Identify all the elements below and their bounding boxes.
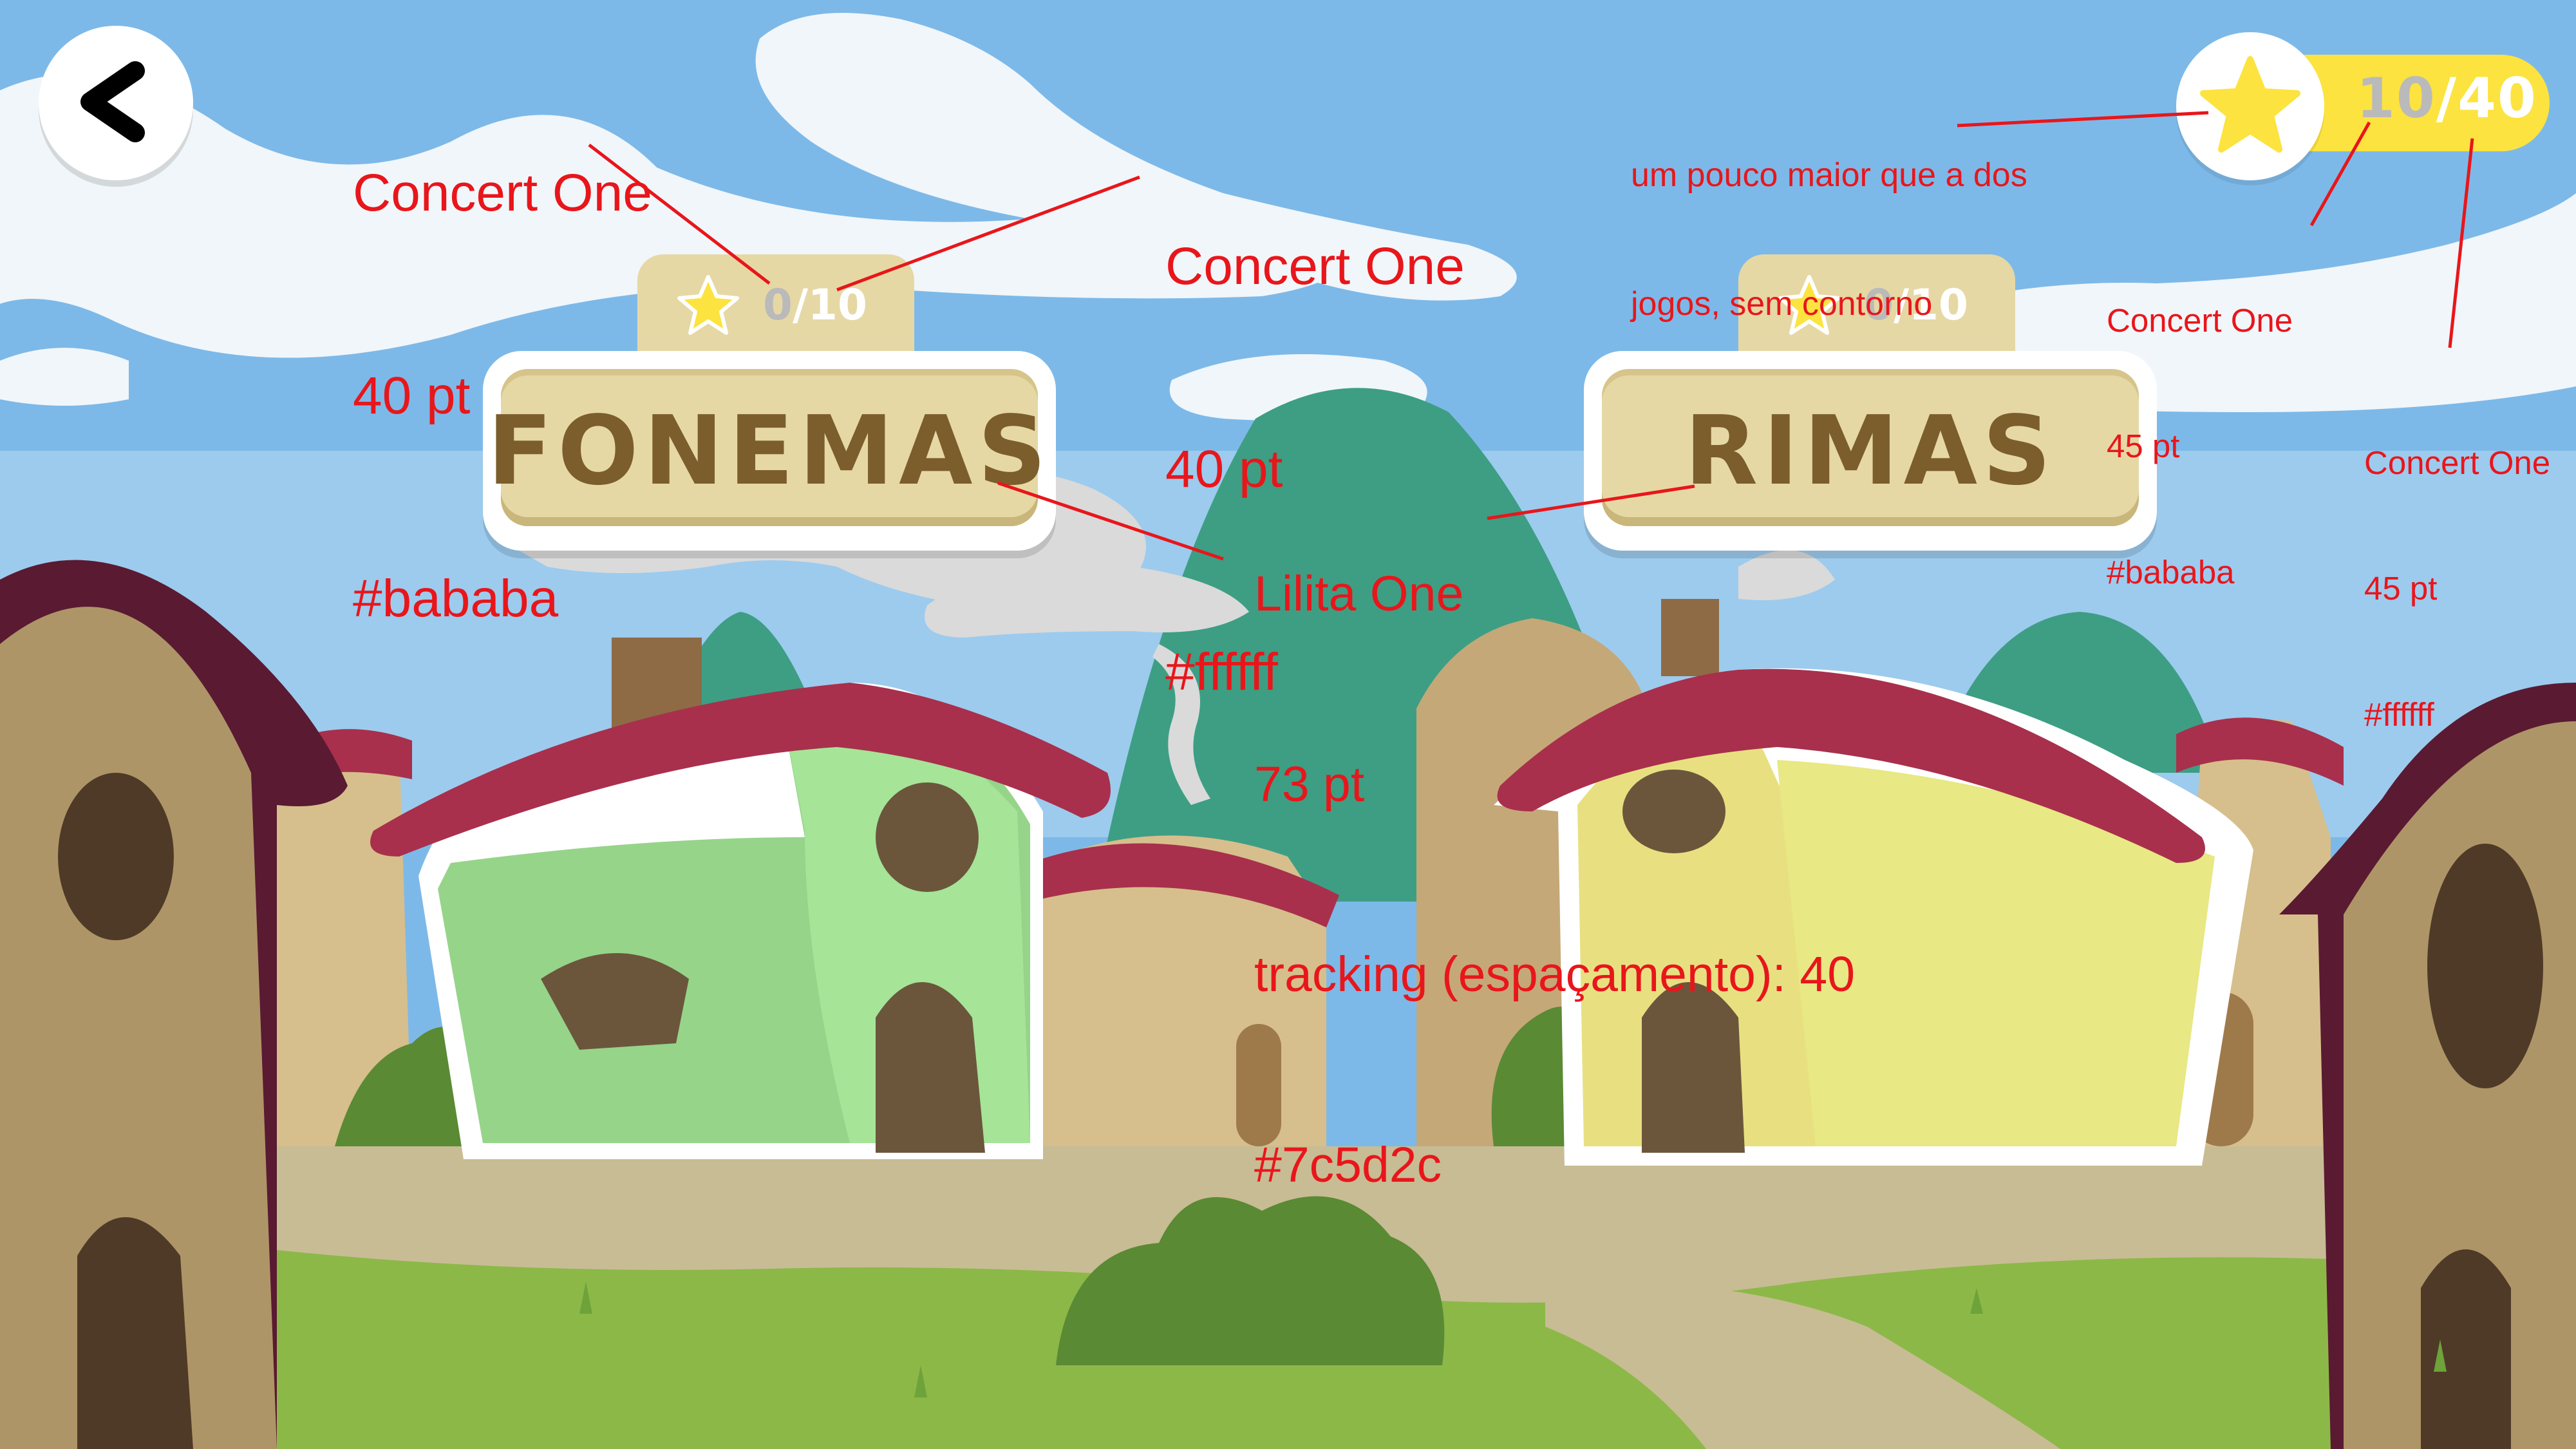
annotation-line: #bababa xyxy=(2107,554,2235,591)
leader-line xyxy=(2309,121,2371,227)
annotation-line: #7c5d2c xyxy=(1254,1137,1442,1193)
annotation-star-note: um pouco maior que a dos jogos, sem cont… xyxy=(1631,68,2027,411)
annotation-line: 73 pt xyxy=(1254,756,1365,812)
annotation-line: jogos, sem contorno xyxy=(1631,285,1933,323)
annotation-line: 40 pt xyxy=(353,366,471,425)
annotation-line: 45 pt xyxy=(2107,428,2180,465)
annotation-total-score-grey: Concert One 45 pt #bababa xyxy=(2107,215,2293,677)
annotation-line: um pouco maior que a dos xyxy=(1631,156,2027,194)
annotation-line: Concert One xyxy=(1165,236,1465,296)
annotation-total-score-white: Concert One 45 pt #ffffff xyxy=(2364,357,2550,820)
annotation-line: Concert One xyxy=(2107,301,2293,339)
annotation-line: Lilita One xyxy=(1254,566,1464,622)
leader-line xyxy=(836,175,1140,292)
leader-line xyxy=(2448,138,2474,348)
annotation-line: 45 pt xyxy=(2364,570,2438,607)
annotation-tab-score-grey: Concert One 40 pt #bababa xyxy=(353,24,652,768)
annotation-line: Concert One xyxy=(2364,444,2551,481)
annotation-line: Concert One xyxy=(353,163,652,222)
annotation-title-font: Lilita One 73 pt tracking (espaçamento):… xyxy=(1254,435,1855,1324)
annotation-line: tracking (espaçamento): 40 xyxy=(1254,947,1856,1003)
annotation-line: #ffffff xyxy=(2364,696,2434,734)
game-map-screen: < 10/40 0/10 FONEMAS 0/10 RIMAS xyxy=(0,0,2576,1449)
annotation-line: #bababa xyxy=(353,569,559,628)
